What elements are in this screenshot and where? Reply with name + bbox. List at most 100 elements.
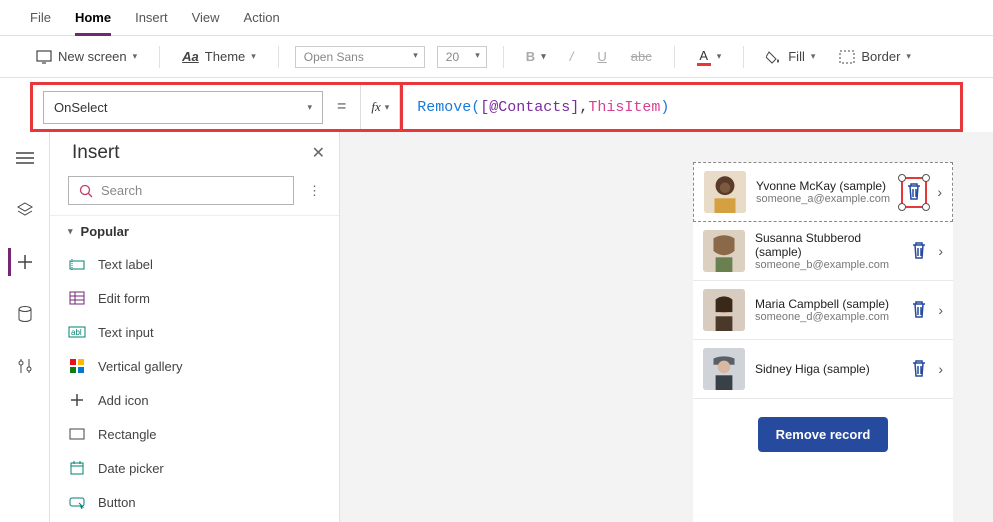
- menu-home[interactable]: Home: [75, 2, 111, 36]
- hamburger-icon: [16, 151, 34, 165]
- chevron-right-icon[interactable]: ›: [938, 361, 943, 377]
- phone-preview: Yvonne McKay (sample) someone_a@example.…: [693, 162, 953, 522]
- contact-email: someone_d@example.com: [755, 311, 900, 323]
- insert-text-input[interactable]: abl Text input: [50, 315, 339, 349]
- button-icon: [68, 493, 86, 511]
- toolbar: New screen ▾ Aa Theme ▾ Open Sans▾ 20▾ B…: [0, 36, 993, 78]
- formula-bar: OnSelect ▾ = fx ▾ Remove( [@Contacts], T…: [30, 82, 963, 132]
- trash-icon: [910, 358, 928, 378]
- font-color-icon: A: [697, 48, 711, 66]
- gallery-row[interactable]: Yvonne McKay (sample) someone_a@example.…: [693, 162, 953, 222]
- strike-button[interactable]: abc: [625, 45, 658, 68]
- canvas[interactable]: Yvonne McKay (sample) someone_a@example.…: [340, 132, 993, 522]
- new-screen-button[interactable]: New screen ▾: [30, 45, 143, 68]
- avatar: [704, 171, 746, 213]
- menu-insert[interactable]: Insert: [135, 2, 168, 33]
- insert-vertical-gallery[interactable]: Vertical gallery: [50, 349, 339, 383]
- border-button[interactable]: Border ▾: [833, 45, 917, 68]
- menu-file[interactable]: File: [30, 2, 51, 33]
- chevron-right-icon[interactable]: ›: [938, 302, 943, 318]
- insert-date-picker[interactable]: Date picker: [50, 451, 339, 485]
- rail-data[interactable]: [11, 300, 39, 328]
- avatar: [703, 230, 745, 272]
- chevron-down-icon: ▾: [251, 51, 256, 62]
- trash-icon: [910, 299, 928, 319]
- chevron-down-icon: ▾: [307, 102, 312, 113]
- theme-label: Theme: [205, 49, 245, 64]
- chevron-right-icon[interactable]: ›: [937, 184, 942, 200]
- property-select[interactable]: OnSelect ▾: [43, 91, 323, 124]
- contact-email: someone_b@example.com: [755, 259, 900, 271]
- contact-name: Yvonne McKay (sample): [756, 179, 891, 193]
- border-icon: [839, 50, 855, 64]
- chevron-down-icon: ▾: [133, 51, 138, 62]
- italic-button[interactable]: /: [564, 45, 580, 68]
- contact-name: Susanna Stubberod (sample): [755, 231, 900, 259]
- gallery-row[interactable]: Maria Campbell (sample) someone_d@exampl…: [693, 281, 953, 340]
- theme-button[interactable]: Aa Theme ▾: [176, 45, 262, 68]
- fill-label: Fill: [788, 49, 805, 64]
- insert-add-icon[interactable]: Add icon: [50, 383, 339, 417]
- rail-tree-view[interactable]: [11, 144, 39, 172]
- contact-name: Sidney Higa (sample): [755, 362, 900, 376]
- border-label: Border: [861, 49, 900, 64]
- search-icon: [79, 184, 93, 198]
- underline-button[interactable]: U: [591, 45, 612, 68]
- category-popular[interactable]: ▾ Popular: [50, 215, 339, 247]
- font-size-select[interactable]: 20▾: [437, 46, 487, 68]
- fx-icon: fx: [371, 99, 380, 115]
- close-panel-button[interactable]: ✕: [312, 143, 325, 163]
- equals-label: =: [323, 98, 360, 116]
- insert-text-label[interactable]: Text label: [50, 247, 339, 281]
- plus-icon: [68, 391, 86, 409]
- insert-panel: Insert ✕ Search ⋮ ▾ Popular Text label E…: [50, 132, 340, 522]
- left-rail: [0, 132, 50, 522]
- plus-icon: [16, 253, 34, 271]
- edit-form-icon: [68, 289, 86, 307]
- chevron-down-icon: ▾: [68, 226, 73, 237]
- fill-button[interactable]: Fill ▾: [760, 45, 821, 68]
- trash-button[interactable]: [910, 358, 928, 381]
- screen-icon: [36, 50, 52, 64]
- new-screen-label: New screen: [58, 49, 127, 64]
- text-label-icon: [68, 255, 86, 273]
- insert-button[interactable]: Button: [50, 485, 339, 519]
- font-color-button[interactable]: A ▾: [691, 44, 728, 70]
- svg-text:abl: abl: [71, 328, 82, 337]
- vertical-gallery-icon: [68, 357, 86, 375]
- contact-name: Maria Campbell (sample): [755, 297, 900, 311]
- trash-button[interactable]: [910, 240, 928, 263]
- font-select[interactable]: Open Sans▾: [295, 46, 425, 68]
- bold-button[interactable]: B▾: [520, 45, 552, 68]
- formula-input[interactable]: Remove( [@Contacts], ThisItem ): [400, 85, 960, 129]
- insert-rectangle[interactable]: Rectangle: [50, 417, 339, 451]
- calendar-icon: [68, 459, 86, 477]
- remove-record-button[interactable]: Remove record: [758, 417, 889, 452]
- contact-email: someone_a@example.com: [756, 193, 891, 205]
- trash-icon: [910, 240, 928, 260]
- rail-insert[interactable]: [8, 248, 39, 276]
- avatar: [703, 289, 745, 331]
- insert-edit-form[interactable]: Edit form: [50, 281, 339, 315]
- database-icon: [17, 305, 33, 323]
- fx-button[interactable]: fx ▾: [360, 85, 400, 129]
- rail-layers[interactable]: [11, 196, 39, 224]
- more-options-button[interactable]: ⋮: [304, 179, 325, 203]
- menu-view[interactable]: View: [192, 2, 220, 33]
- fill-icon: [766, 50, 782, 64]
- trash-icon: [905, 181, 923, 201]
- layers-icon: [16, 201, 34, 219]
- chevron-right-icon[interactable]: ›: [938, 243, 943, 259]
- trash-button-selected[interactable]: [901, 177, 927, 208]
- text-input-icon: abl: [68, 323, 86, 341]
- top-menu: File Home Insert View Action: [0, 0, 993, 36]
- insert-title: Insert: [72, 142, 120, 164]
- menu-action[interactable]: Action: [244, 2, 280, 33]
- rail-settings[interactable]: [11, 352, 39, 380]
- insert-search-input[interactable]: Search: [68, 176, 294, 205]
- gallery-row[interactable]: Susanna Stubberod (sample) someone_b@exa…: [693, 222, 953, 281]
- trash-button[interactable]: [910, 299, 928, 322]
- avatar: [703, 348, 745, 390]
- rectangle-icon: [68, 425, 86, 443]
- gallery-row[interactable]: Sidney Higa (sample) ›: [693, 340, 953, 399]
